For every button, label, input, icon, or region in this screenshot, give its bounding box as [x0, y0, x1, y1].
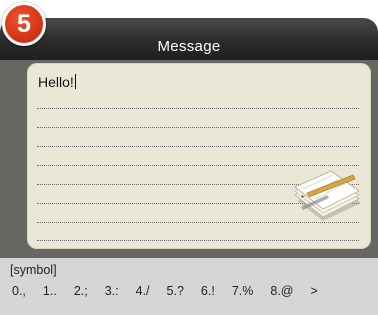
- symbol-next-button[interactable]: >: [311, 284, 318, 298]
- symbol-bar: [symbol] 0., 1.. 2.; 3.: 4./ 5.? 6.! 7.%…: [0, 258, 378, 315]
- message-text: Hello!: [38, 74, 74, 90]
- title-bar: Message: [0, 18, 378, 60]
- symbol-key-7[interactable]: 7.%: [232, 284, 254, 298]
- step-number: 5: [17, 10, 31, 38]
- symbol-key-5[interactable]: 5.?: [167, 284, 184, 298]
- line-rule: [37, 146, 359, 147]
- line-rule: [37, 108, 359, 109]
- symbol-key-2[interactable]: 2.;: [74, 284, 88, 298]
- symbol-key-8[interactable]: 8.@: [270, 284, 293, 298]
- symbol-key-3[interactable]: 3.:: [105, 284, 119, 298]
- step-number-badge: 5: [2, 2, 46, 46]
- text-cursor: [74, 74, 76, 89]
- symbol-key-6[interactable]: 6.!: [201, 284, 215, 298]
- symbol-key-0[interactable]: 0.,: [12, 284, 26, 298]
- line-rule: [37, 240, 359, 241]
- screen-title: Message: [157, 38, 221, 55]
- message-input[interactable]: Hello!: [27, 63, 371, 249]
- symbol-key-4[interactable]: 4./: [136, 284, 150, 298]
- symbol-key-1[interactable]: 1..: [43, 284, 57, 298]
- symbol-keys: 0., 1.. 2.; 3.: 4./ 5.? 6.! 7.% 8.@ >: [12, 284, 318, 298]
- symbol-label: [symbol]: [10, 263, 57, 277]
- line-rule: [37, 127, 359, 128]
- notepad-pencil-icon: [294, 170, 361, 221]
